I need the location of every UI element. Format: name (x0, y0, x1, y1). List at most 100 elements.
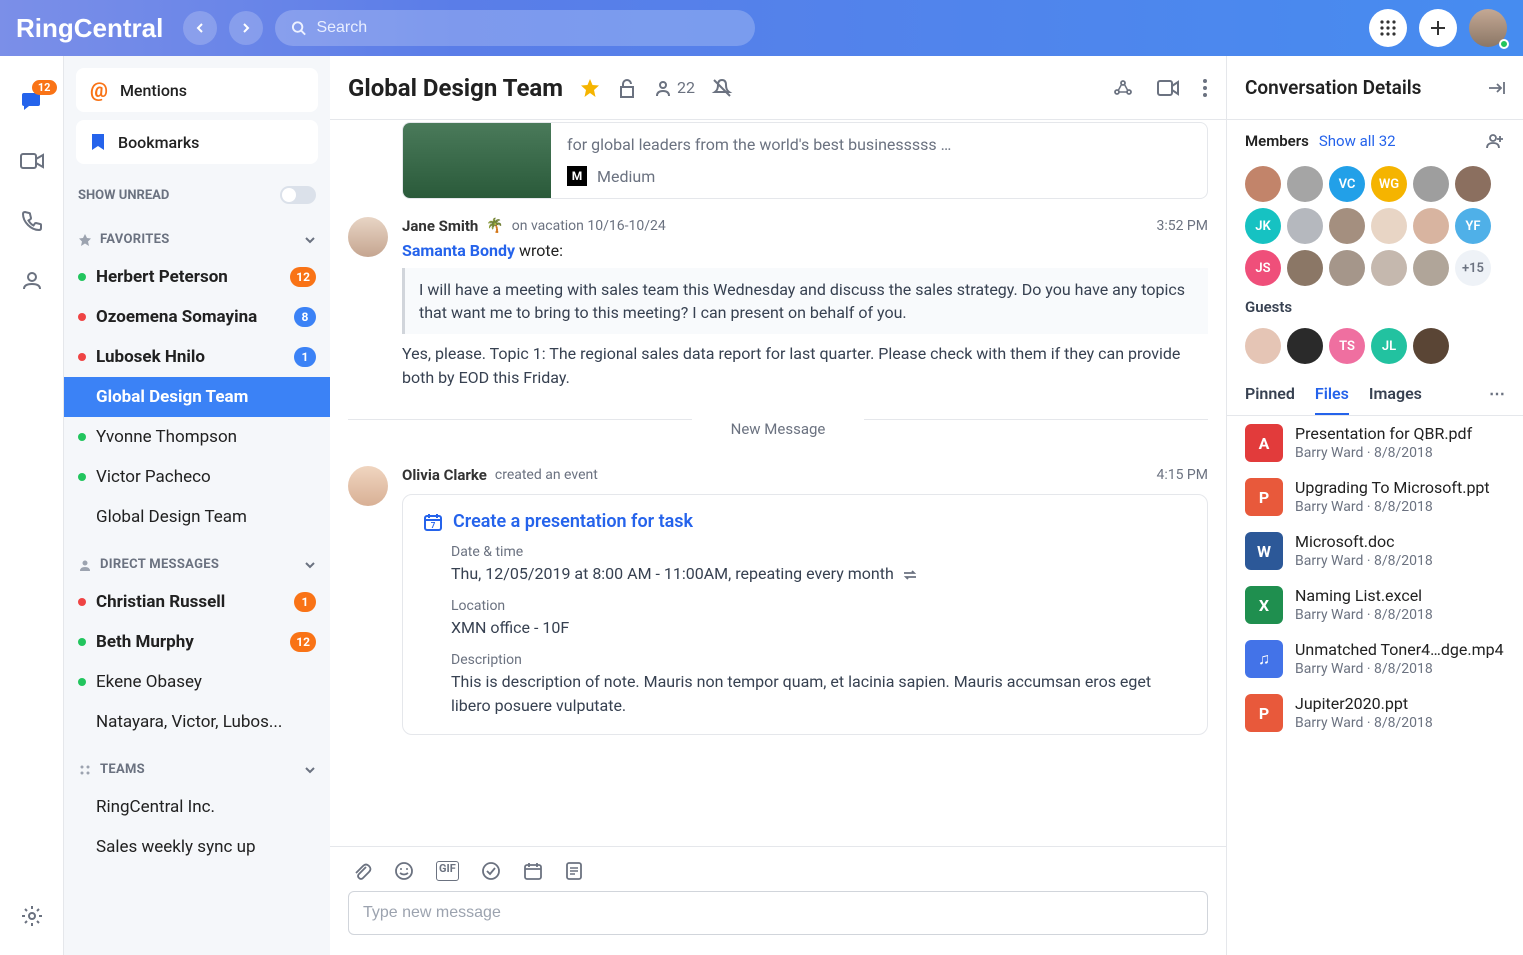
member-avatar[interactable] (1413, 328, 1449, 364)
more-icon[interactable] (1202, 78, 1208, 98)
sidebar-item[interactable]: Christian Russell1 (64, 582, 330, 622)
sidebar-item[interactable]: Global Design Team (64, 497, 330, 537)
chevron-down-icon[interactable] (304, 234, 316, 246)
member-avatar[interactable]: JK (1245, 208, 1281, 244)
sidebar-item[interactable]: Yvonne Thompson (64, 417, 330, 457)
file-item[interactable]: APresentation for QBR.pdfBarry Ward · 8/… (1245, 424, 1505, 462)
member-avatar[interactable]: VC (1329, 166, 1365, 202)
member-avatar[interactable]: YF (1455, 208, 1491, 244)
mute-icon[interactable] (711, 77, 733, 99)
member-avatar[interactable] (1371, 250, 1407, 286)
event-title: Create a presentation for task (453, 511, 693, 532)
sidebar: @ Mentions Bookmarks SHOW UNREAD FAVORIT… (64, 56, 330, 955)
calendar-icon[interactable] (523, 861, 543, 881)
member-count: 22 (677, 78, 695, 97)
file-type-icon: W (1245, 532, 1283, 570)
show-all-link[interactable]: Show all 32 (1319, 132, 1396, 150)
sidebar-item[interactable]: Beth Murphy12 (64, 622, 330, 662)
conversation-title: Global Design Team (348, 74, 563, 102)
lock-open-icon[interactable] (617, 77, 637, 99)
collapse-panel-button[interactable] (1487, 81, 1505, 95)
sidebar-item[interactable]: Sales weekly sync up (64, 827, 330, 867)
member-avatar[interactable] (1287, 328, 1323, 364)
quote-verb: wrote: (519, 241, 563, 260)
sidebar-item[interactable]: Lubosek Hnilo1 (64, 337, 330, 377)
member-avatar[interactable] (1287, 250, 1323, 286)
video-call-icon[interactable] (1156, 78, 1180, 98)
nav-forward-button[interactable] (229, 11, 263, 45)
member-avatar[interactable]: JS (1245, 250, 1281, 286)
rail-chat[interactable]: 12 (17, 86, 47, 116)
link-preview-card[interactable]: for global leaders from the world's best… (402, 122, 1208, 199)
tab-images[interactable]: Images (1369, 384, 1422, 415)
sidebar-bookmarks[interactable]: Bookmarks (76, 120, 318, 164)
search-box[interactable] (275, 10, 755, 46)
sidebar-item[interactable]: Ozoemena Somayina8 (64, 297, 330, 337)
attach-icon[interactable] (352, 861, 372, 881)
more-members[interactable]: +15 (1455, 250, 1491, 286)
rail-contacts[interactable] (17, 266, 47, 296)
rail-settings[interactable] (17, 901, 47, 931)
unread-badge: 12 (290, 632, 316, 652)
file-item[interactable]: PUpgrading To Microsoft.pptBarry Ward · … (1245, 478, 1505, 516)
member-avatar[interactable] (1329, 250, 1365, 286)
rail-phone[interactable] (17, 206, 47, 236)
show-unread-row: SHOW UNREAD (64, 172, 330, 212)
member-avatar[interactable] (1245, 166, 1281, 202)
nav-back-button[interactable] (183, 11, 217, 45)
huddle-icon[interactable] (1112, 77, 1134, 99)
emoji-icon[interactable] (394, 861, 414, 881)
sidebar-item[interactable]: Victor Pacheco (64, 457, 330, 497)
profile-avatar[interactable] (1469, 9, 1507, 47)
chevron-down-icon[interactable] (304, 559, 316, 571)
member-avatar[interactable]: WG (1371, 166, 1407, 202)
sidebar-item[interactable]: Ekene Obasey (64, 662, 330, 702)
member-avatar[interactable] (1371, 208, 1407, 244)
new-action-button[interactable] (1419, 9, 1457, 47)
member-avatar[interactable] (1413, 166, 1449, 202)
member-avatar[interactable] (1413, 250, 1449, 286)
tab-pinned[interactable]: Pinned (1245, 384, 1295, 415)
file-item[interactable]: WMicrosoft.docBarry Ward · 8/8/2018 (1245, 532, 1505, 570)
dialpad-button[interactable] (1369, 9, 1407, 47)
member-avatar[interactable] (1413, 208, 1449, 244)
tabs-more-button[interactable]: ⋯ (1489, 384, 1505, 415)
task-icon[interactable] (481, 861, 501, 881)
member-avatar[interactable] (1287, 166, 1323, 202)
unread-badge: 1 (294, 592, 316, 612)
star-icon[interactable] (579, 77, 601, 99)
note-icon[interactable] (565, 861, 583, 881)
sidebar-item[interactable]: RingCentral Inc. (64, 787, 330, 827)
show-unread-toggle[interactable] (280, 186, 316, 204)
add-member-button[interactable] (1485, 132, 1505, 150)
message-input[interactable] (348, 891, 1208, 935)
members-icon[interactable] (653, 78, 673, 98)
member-avatar[interactable] (1287, 208, 1323, 244)
member-avatar[interactable] (1455, 166, 1491, 202)
rail-video[interactable] (17, 146, 47, 176)
tab-files[interactable]: Files (1315, 384, 1349, 415)
chevron-down-icon[interactable] (304, 764, 316, 776)
sidebar-item[interactable]: Global Design Team (64, 377, 330, 417)
file-item[interactable]: PJupiter2020.pptBarry Ward · 8/8/2018 (1245, 694, 1505, 732)
section-label: DIRECT MESSAGES (100, 557, 219, 572)
presence-dot (78, 473, 86, 481)
file-meta: Barry Ward · 8/8/2018 (1295, 715, 1433, 731)
sidebar-mentions[interactable]: @ Mentions (76, 68, 318, 112)
member-avatar[interactable] (1245, 328, 1281, 364)
sidebar-item-label: Lubosek Hnilo (96, 347, 284, 367)
sidebar-item-label: Herbert Peterson (96, 267, 280, 287)
sidebar-item[interactable]: Herbert Peterson12 (64, 257, 330, 297)
member-avatar[interactable]: TS (1329, 328, 1365, 364)
event-card[interactable]: 7 Create a presentation for task Date & … (402, 494, 1208, 735)
file-item[interactable]: XNaming List.excelBarry Ward · 8/8/2018 (1245, 586, 1505, 624)
presence-dot (78, 598, 86, 606)
member-avatar[interactable] (1329, 208, 1365, 244)
search-input[interactable] (316, 19, 739, 37)
composer: GIF (330, 846, 1226, 955)
gif-icon[interactable]: GIF (436, 861, 459, 881)
sidebar-item[interactable]: Natayara, Victor, Lubos... (64, 702, 330, 742)
member-avatar[interactable]: JL (1371, 328, 1407, 364)
file-item[interactable]: ♫Unmatched Toner4…dge.mp4Barry Ward · 8/… (1245, 640, 1505, 678)
logo: RingCentral (16, 13, 163, 44)
